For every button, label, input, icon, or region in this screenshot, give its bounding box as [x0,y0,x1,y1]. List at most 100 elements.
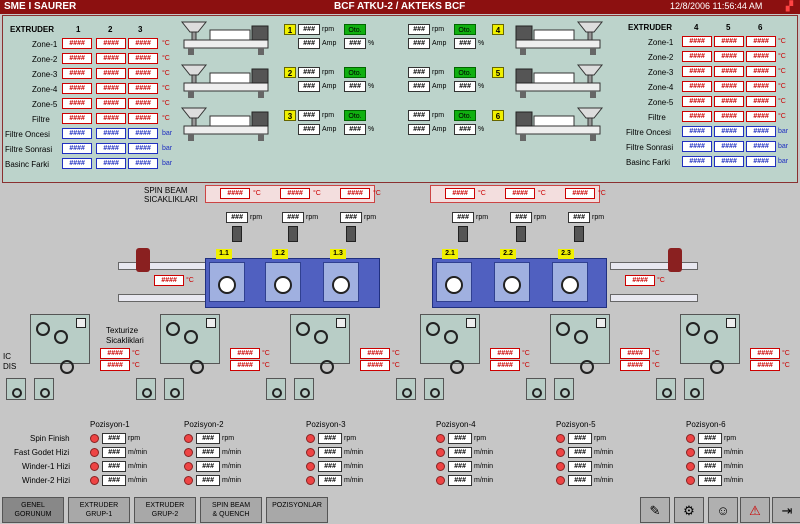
spin-beam-temp: #### [565,188,595,199]
position-value: ### [698,475,722,486]
spinneret-icon [332,276,350,294]
godet-roll-icon [36,322,50,336]
unit-m/min: m/min [344,463,364,470]
zone-temp-value: #### [96,53,126,64]
sensor-icon [726,318,736,328]
status-led [556,476,565,485]
metering-pump-icon [458,226,468,242]
position-value: ### [698,461,722,472]
status-led [184,434,193,443]
position-value: ### [102,433,126,444]
texturize-temp-dis: #### [230,360,260,371]
unit-c: °C [478,190,486,197]
winder-roll-icon [320,360,334,374]
pressure-value: #### [128,158,158,169]
position-value: ### [448,461,472,472]
unit-bar: bar [778,158,789,165]
melt-pipe-left-top [118,262,206,270]
melt-pipe-left-bottom [118,294,206,302]
texturize-temp-dis: #### [360,360,390,371]
unit-rpm: rpm [322,69,335,76]
position-value: ### [102,461,126,472]
position-title: Pozisyon-4 [436,420,476,429]
texturize-temp-dis: #### [100,360,130,371]
nav-button-line1: SPIN BEAM [211,502,251,509]
spinneret-icon [274,276,292,294]
unit-pct: % [478,126,485,133]
extruder-machine-icon [180,107,269,141]
unit-c: °C [162,100,170,107]
melt-temp-left: #### [154,275,184,286]
unit-m/min: m/min [594,477,614,484]
zone-temp-value: #### [128,53,158,64]
unit-rpm: rpm [250,214,263,221]
position-title: Pozisyon-6 [686,420,726,429]
mode-button[interactable]: Oto. [454,110,476,121]
pressure-value: #### [128,128,158,139]
texturize-temp-ic: #### [490,348,520,359]
zone-temp-value: #### [714,51,744,62]
extruder-machine-icon [515,21,604,55]
edit-icon[interactable]: ✎ [640,497,670,523]
position-value: ### [698,433,722,444]
unit-c: °C [782,362,790,369]
position-value: ### [318,461,342,472]
nav-button-line1: GENEL [21,502,45,509]
mode-button[interactable]: Oto. [344,110,366,121]
pressure-value: #### [96,158,126,169]
position-row-label: Spin Finish [30,434,70,443]
status-led [306,448,315,457]
exit-icon[interactable]: ⇥ [772,497,800,523]
zone-temp-value: #### [96,38,126,49]
nav-button-line1: POZISYONLAR [272,502,322,509]
position-value: ### [698,447,722,458]
settings-gear-icon[interactable]: ⚙ [674,497,704,523]
unit-rpm: rpm [594,435,607,442]
unit-m/min: m/min [222,477,242,484]
nav-button-2[interactable]: EXTRUDER GRUP-1 [68,497,130,523]
unit-rpm: rpm [306,214,319,221]
unit-rpm: rpm [724,435,737,442]
status-led [686,434,695,443]
zone-label: Zone-2 [32,55,58,64]
spinneret-icon [445,276,463,294]
amp-value: ### [408,38,430,49]
zone-temp-value: #### [682,111,712,122]
operator-icon[interactable]: ☺ [708,497,738,523]
mode-button[interactable]: Oto. [454,67,476,78]
extruder-number-badge: 2 [284,67,296,78]
nav-button-5[interactable]: POZISYONLAR [266,497,328,523]
percent-value: ### [344,124,366,135]
sensor-icon [466,318,476,328]
godet-roll-icon [314,330,328,344]
unit-c: °C [652,350,660,357]
zone-label: Zone-1 [648,38,674,47]
mode-button[interactable]: Oto. [344,67,366,78]
alarm-warning-icon[interactable]: ⚠ [740,497,770,523]
position-value: ### [196,461,220,472]
bobbin-icon [300,388,310,398]
unit-c: °C [522,350,530,357]
texturize-temp-ic: #### [230,348,260,359]
zone-temp-value: #### [62,98,92,109]
zone-temp-value: #### [128,38,158,49]
extruder-right-header: EXTRUDER [628,23,673,32]
nav-button-3[interactable]: EXTRUDER GRUP-2 [134,497,196,523]
nav-button-1[interactable]: GENEL GORUNUM [2,497,64,523]
percent-value: ### [344,81,366,92]
zone-temp-value: #### [128,98,158,109]
amp-value: ### [408,81,430,92]
position-value: ### [318,475,342,486]
extruder-machine-icon [180,64,269,98]
pressure-label: Filtre Sonrasi [626,143,674,152]
texturize-temp-ic: #### [100,348,130,359]
zone-label: Zone-1 [32,40,58,49]
bobbin-icon [272,388,282,398]
mode-button[interactable]: Oto. [344,24,366,35]
pressure-value: #### [96,143,126,154]
nav-button-4[interactable]: SPIN BEAM & QUENCH [200,497,262,523]
mode-button[interactable]: Oto. [454,24,476,35]
ic-label: IC [3,352,11,361]
winder-roll-icon [450,360,464,374]
unit-bar: bar [162,160,173,167]
